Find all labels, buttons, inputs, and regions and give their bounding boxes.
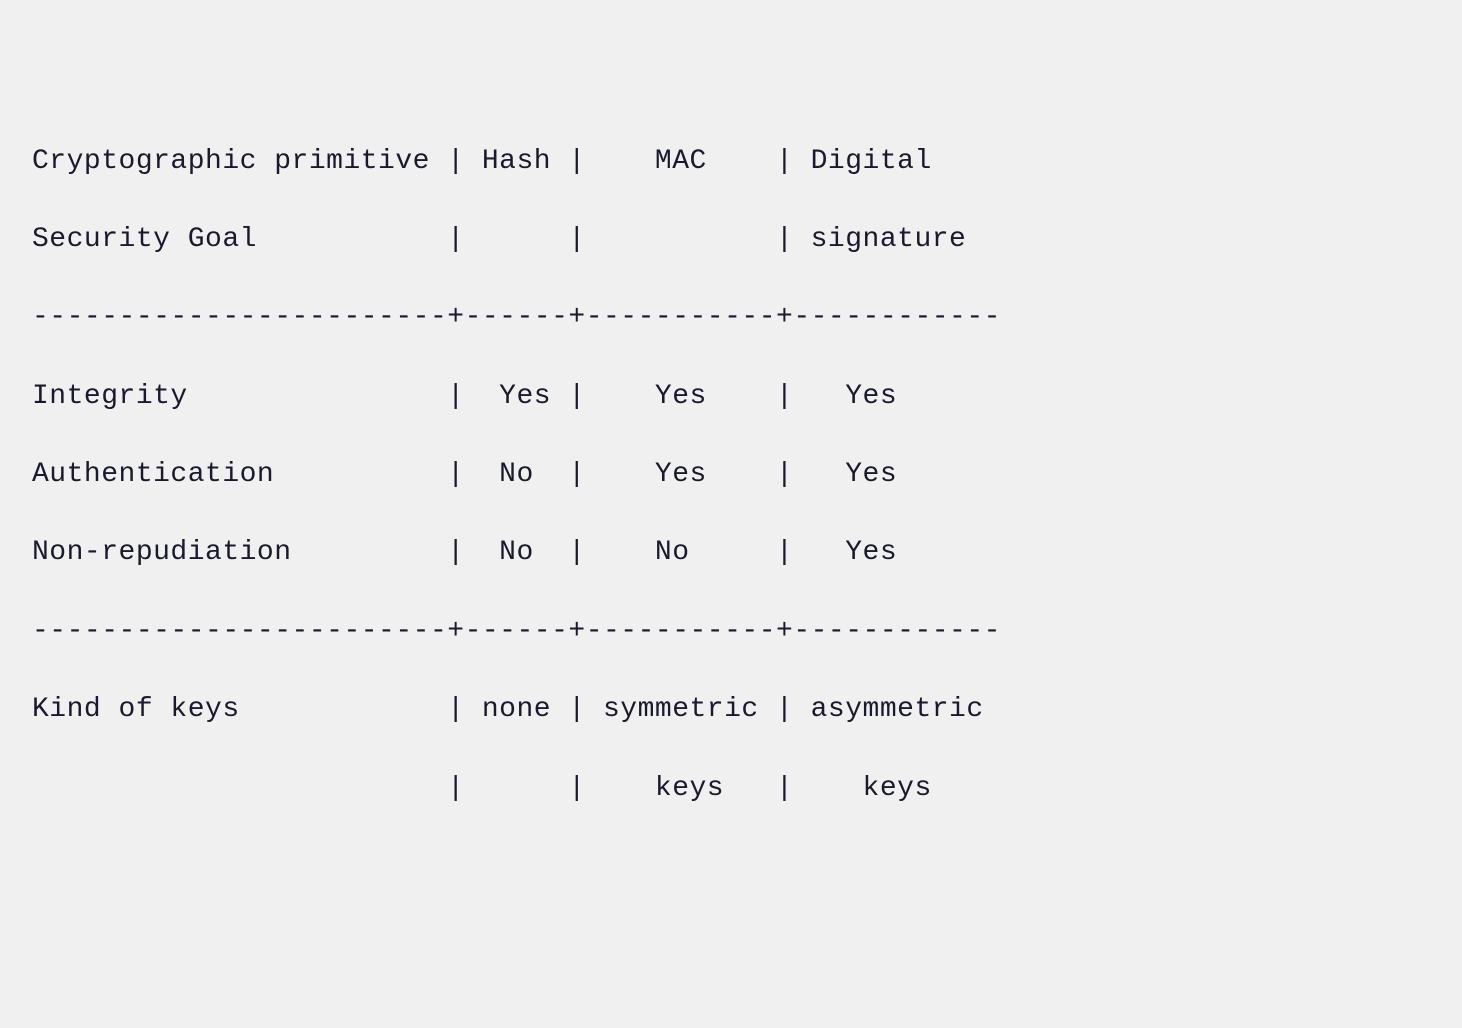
table-row-authentication: Authentication | No | Yes | Yes — [32, 455, 1430, 494]
table-footer-row-2: | | keys | keys — [32, 769, 1430, 808]
table-row-integrity: Integrity | Yes | Yes | Yes — [32, 377, 1430, 416]
table-row-nonrepudiation: Non-repudiation | No | No | Yes — [32, 533, 1430, 572]
table-footer-row-1: Kind of keys | none | symmetric | asymme… — [32, 690, 1430, 729]
table-header-row-1: Cryptographic primitive | Hash | MAC | D… — [32, 142, 1430, 181]
table-divider-1: ------------------------+------+--------… — [32, 298, 1430, 337]
table-divider-2: ------------------------+------+--------… — [32, 612, 1430, 651]
table-header-row-2: Security Goal | | | signature — [32, 220, 1430, 259]
